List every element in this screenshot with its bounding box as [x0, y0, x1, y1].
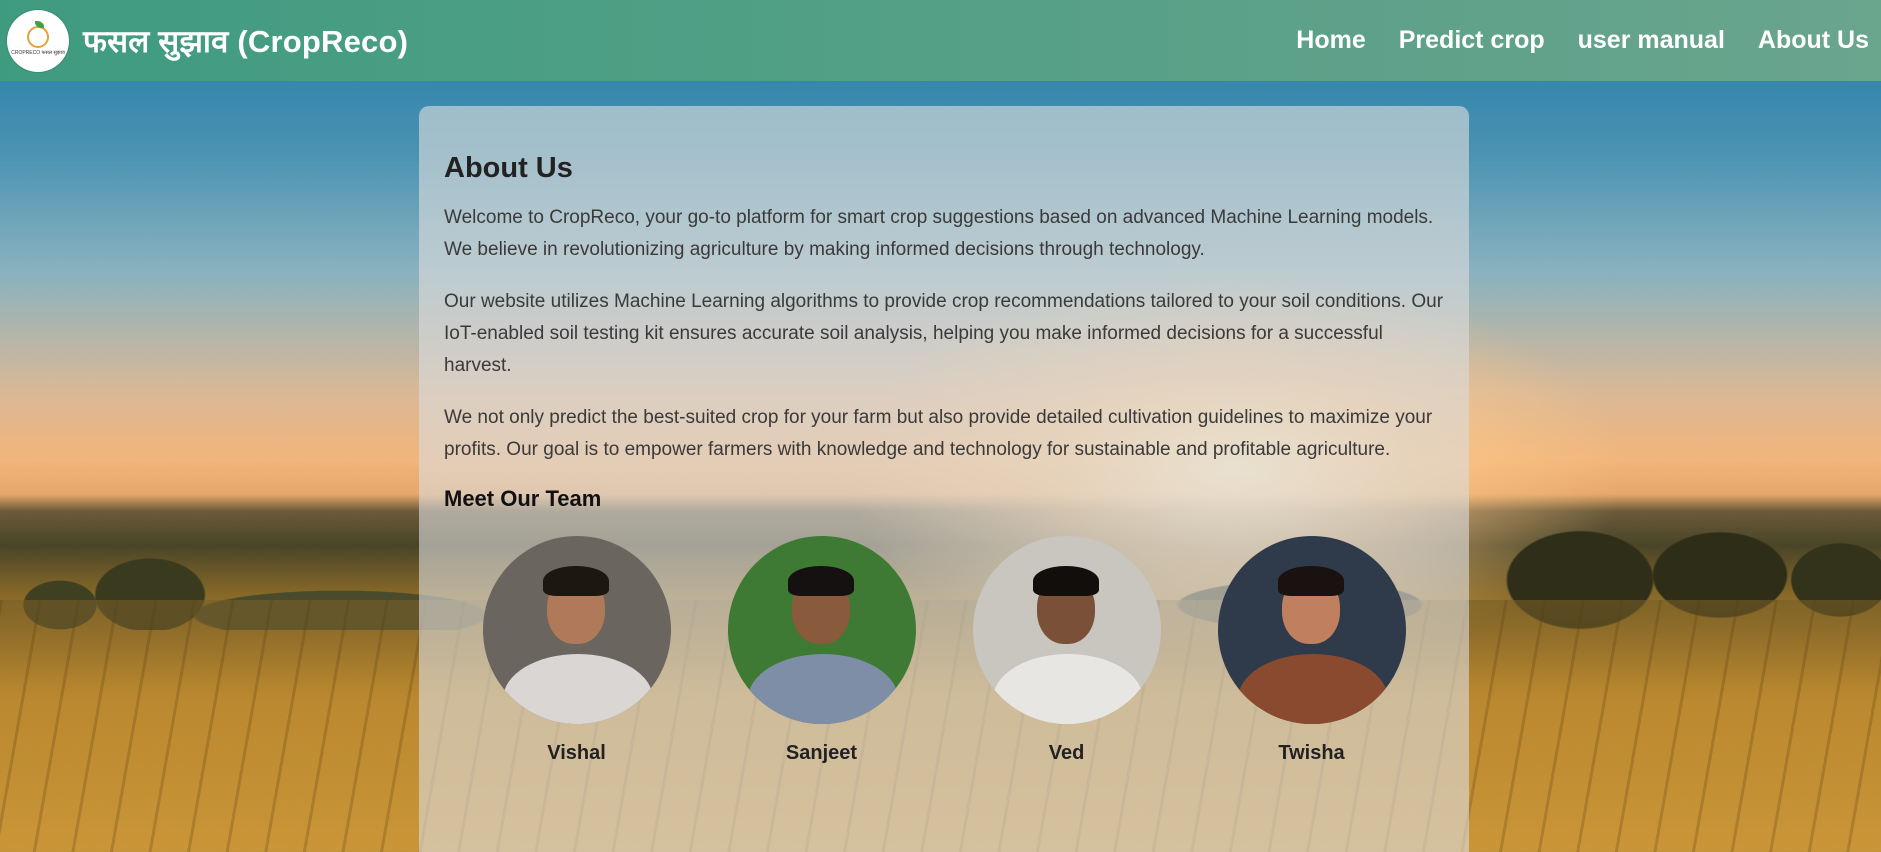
- avatar: [1217, 536, 1406, 724]
- team-member: Twisha: [1217, 536, 1407, 765]
- team-list: Vishal Sanjeet Ved Twisha: [444, 536, 1444, 765]
- team-member: Ved: [972, 536, 1162, 765]
- avatar: [727, 536, 916, 724]
- member-name: Vishal: [547, 742, 606, 764]
- site-title[interactable]: फसल सुझाव (CropReco): [83, 20, 408, 62]
- leaf-logo-icon: [27, 20, 49, 48]
- site-logo[interactable]: CROPRECO फसल सुझाव: [7, 9, 69, 72]
- logo-text: CROPRECO फसल सुझाव: [11, 49, 65, 56]
- team-member: Sanjeet: [727, 536, 917, 765]
- about-card: About Us Welcome to CropReco, your go-to…: [419, 106, 1469, 852]
- team-heading: Meet Our Team: [444, 486, 602, 511]
- member-name: Twisha: [1278, 742, 1345, 764]
- nav-user-manual-link[interactable]: user manual: [1578, 26, 1725, 55]
- brand[interactable]: CROPRECO फसल सुझाव फसल सुझाव (CropReco): [7, 9, 408, 72]
- page-title: About Us: [444, 152, 573, 184]
- main-nav: Home Predict crop user manual About Us: [1296, 26, 1869, 55]
- nav-home-link[interactable]: Home: [1296, 26, 1365, 55]
- nav-predict-crop-link[interactable]: Predict crop: [1399, 26, 1545, 55]
- avatar: [482, 536, 671, 724]
- navbar: CROPRECO फसल सुझाव फसल सुझाव (CropReco) …: [0, 0, 1881, 81]
- nav-about-us-link[interactable]: About Us: [1758, 26, 1869, 55]
- team-member: Vishal: [482, 536, 672, 765]
- about-paragraph-1: Welcome to CropReco, your go-to platform…: [444, 207, 1434, 260]
- member-name: Ved: [1048, 742, 1085, 764]
- member-name: Sanjeet: [785, 742, 858, 764]
- avatar: [972, 536, 1161, 724]
- about-paragraph-3: We not only predict the best-suited crop…: [444, 407, 1433, 460]
- about-paragraph-2: Our website utilizes Machine Learning al…: [444, 291, 1444, 376]
